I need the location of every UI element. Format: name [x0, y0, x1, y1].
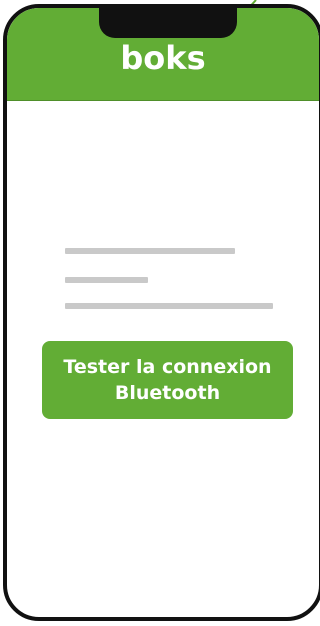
app-header: boks	[7, 8, 319, 101]
brand-logo: boks	[120, 39, 206, 77]
placeholder-text-line	[65, 303, 273, 309]
test-bluetooth-connection-button[interactable]: Tester la connexion Bluetooth	[42, 341, 293, 419]
screen: boks Tester la connexion Bluetooth	[0, 0, 320, 626]
phone-notch	[99, 8, 237, 38]
button-label-line-1: Tester la connexion	[63, 356, 272, 378]
button-label-line-2: Bluetooth	[114, 382, 221, 404]
placeholder-text-line	[65, 248, 235, 254]
phone-frame: boks Tester la connexion Bluetooth	[3, 4, 320, 621]
placeholder-text-line	[65, 277, 148, 283]
